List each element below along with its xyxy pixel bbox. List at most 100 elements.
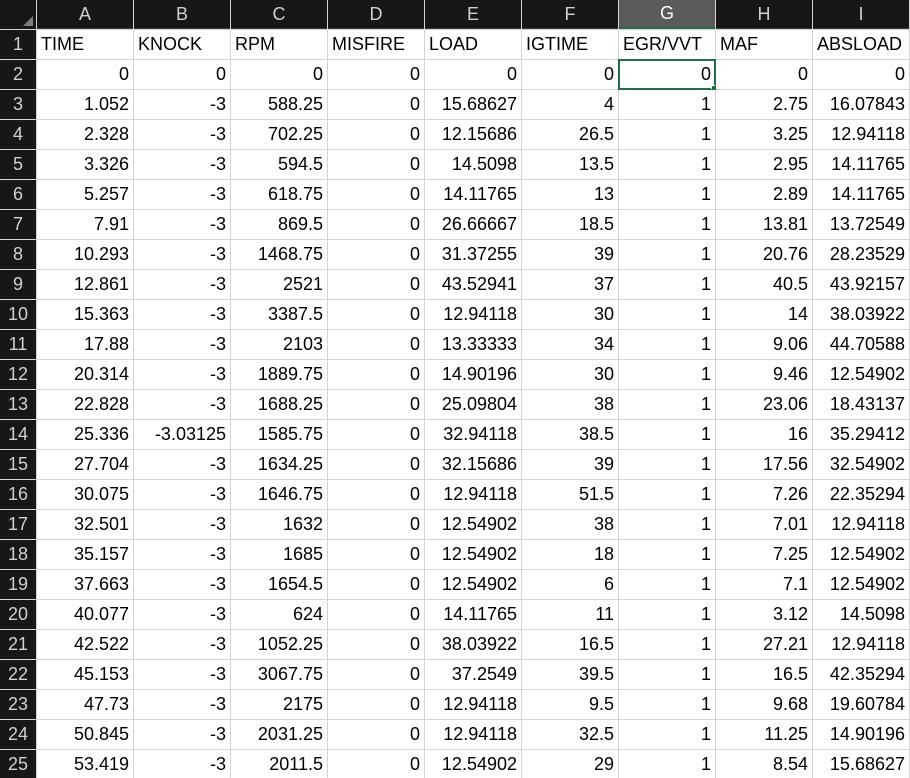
cell-e11[interactable]: 13.33333 — [425, 330, 521, 359]
cell-d9[interactable]: 0 — [328, 270, 424, 299]
cell-a21[interactable]: 42.522 — [37, 630, 133, 659]
cell-d17[interactable]: 0 — [328, 510, 424, 539]
cell-f22[interactable]: 39.5 — [522, 660, 618, 689]
cell-a1[interactable]: TIME — [37, 30, 133, 59]
cell-f6[interactable]: 13 — [522, 180, 618, 209]
cell-f25[interactable]: 29 — [522, 750, 618, 778]
cell-h3[interactable]: 2.75 — [716, 90, 812, 119]
cell-c21[interactable]: 1052.25 — [231, 630, 327, 659]
cell-f14[interactable]: 38.5 — [522, 420, 618, 449]
cell-h24[interactable]: 11.25 — [716, 720, 812, 749]
cell-e22[interactable]: 37.2549 — [425, 660, 521, 689]
cell-a23[interactable]: 47.73 — [37, 690, 133, 719]
cell-a11[interactable]: 17.88 — [37, 330, 133, 359]
cell-d24[interactable]: 0 — [328, 720, 424, 749]
cell-h13[interactable]: 23.06 — [716, 390, 812, 419]
cell-i7[interactable]: 13.72549 — [813, 210, 909, 239]
cell-i3[interactable]: 16.07843 — [813, 90, 909, 119]
cell-d13[interactable]: 0 — [328, 390, 424, 419]
cell-d3[interactable]: 0 — [328, 90, 424, 119]
cell-b19[interactable]: -3 — [134, 570, 230, 599]
cell-c6[interactable]: 618.75 — [231, 180, 327, 209]
cell-a7[interactable]: 7.91 — [37, 210, 133, 239]
cell-i8[interactable]: 28.23529 — [813, 240, 909, 269]
cell-f18[interactable]: 18 — [522, 540, 618, 569]
cell-b25[interactable]: -3 — [134, 750, 230, 778]
cell-e25[interactable]: 12.54902 — [425, 750, 521, 778]
cell-e23[interactable]: 12.94118 — [425, 690, 521, 719]
cell-b7[interactable]: -3 — [134, 210, 230, 239]
cell-a10[interactable]: 15.363 — [37, 300, 133, 329]
cell-a22[interactable]: 45.153 — [37, 660, 133, 689]
cell-i20[interactable]: 14.5098 — [813, 600, 909, 629]
row-header[interactable]: 21 — [0, 630, 36, 659]
cell-a16[interactable]: 30.075 — [37, 480, 133, 509]
row-header[interactable]: 17 — [0, 510, 36, 539]
cell-b15[interactable]: -3 — [134, 450, 230, 479]
cell-h15[interactable]: 17.56 — [716, 450, 812, 479]
cell-c24[interactable]: 2031.25 — [231, 720, 327, 749]
row-header[interactable]: 2 — [0, 60, 36, 89]
cell-e21[interactable]: 38.03922 — [425, 630, 521, 659]
cell-g3[interactable]: 1 — [619, 90, 715, 119]
cell-i21[interactable]: 12.94118 — [813, 630, 909, 659]
cell-e7[interactable]: 26.66667 — [425, 210, 521, 239]
cell-g13[interactable]: 1 — [619, 390, 715, 419]
cell-c19[interactable]: 1654.5 — [231, 570, 327, 599]
cell-e4[interactable]: 12.15686 — [425, 120, 521, 149]
column-header-d[interactable]: D — [328, 0, 424, 29]
cell-f4[interactable]: 26.5 — [522, 120, 618, 149]
cell-a20[interactable]: 40.077 — [37, 600, 133, 629]
cell-i10[interactable]: 38.03922 — [813, 300, 909, 329]
cell-h19[interactable]: 7.1 — [716, 570, 812, 599]
cell-d4[interactable]: 0 — [328, 120, 424, 149]
row-header[interactable]: 1 — [0, 30, 36, 59]
row-header[interactable]: 13 — [0, 390, 36, 419]
cell-i13[interactable]: 18.43137 — [813, 390, 909, 419]
row-header[interactable]: 14 — [0, 420, 36, 449]
cell-c15[interactable]: 1634.25 — [231, 450, 327, 479]
cell-h8[interactable]: 20.76 — [716, 240, 812, 269]
cell-i16[interactable]: 22.35294 — [813, 480, 909, 509]
cell-g23[interactable]: 1 — [619, 690, 715, 719]
cell-g14[interactable]: 1 — [619, 420, 715, 449]
cell-d8[interactable]: 0 — [328, 240, 424, 269]
cell-c7[interactable]: 869.5 — [231, 210, 327, 239]
cell-e8[interactable]: 31.37255 — [425, 240, 521, 269]
cell-h14[interactable]: 16 — [716, 420, 812, 449]
cell-a8[interactable]: 10.293 — [37, 240, 133, 269]
cell-a12[interactable]: 20.314 — [37, 360, 133, 389]
cell-b14[interactable]: -3.03125 — [134, 420, 230, 449]
cell-d10[interactable]: 0 — [328, 300, 424, 329]
cell-d11[interactable]: 0 — [328, 330, 424, 359]
cell-b13[interactable]: -3 — [134, 390, 230, 419]
cell-b22[interactable]: -3 — [134, 660, 230, 689]
cell-d16[interactable]: 0 — [328, 480, 424, 509]
cell-d14[interactable]: 0 — [328, 420, 424, 449]
cell-g4[interactable]: 1 — [619, 120, 715, 149]
cell-c10[interactable]: 3387.5 — [231, 300, 327, 329]
cell-c5[interactable]: 594.5 — [231, 150, 327, 179]
cell-b4[interactable]: -3 — [134, 120, 230, 149]
cell-c12[interactable]: 1889.75 — [231, 360, 327, 389]
cell-b9[interactable]: -3 — [134, 270, 230, 299]
cell-e14[interactable]: 32.94118 — [425, 420, 521, 449]
cell-b21[interactable]: -3 — [134, 630, 230, 659]
cell-c14[interactable]: 1585.75 — [231, 420, 327, 449]
cell-a3[interactable]: 1.052 — [37, 90, 133, 119]
cell-c13[interactable]: 1688.25 — [231, 390, 327, 419]
cell-e13[interactable]: 25.09804 — [425, 390, 521, 419]
cell-d7[interactable]: 0 — [328, 210, 424, 239]
cell-d12[interactable]: 0 — [328, 360, 424, 389]
cell-h21[interactable]: 27.21 — [716, 630, 812, 659]
cell-c9[interactable]: 2521 — [231, 270, 327, 299]
cell-d21[interactable]: 0 — [328, 630, 424, 659]
cell-g8[interactable]: 1 — [619, 240, 715, 269]
cell-f11[interactable]: 34 — [522, 330, 618, 359]
cell-i15[interactable]: 32.54902 — [813, 450, 909, 479]
cell-g9[interactable]: 1 — [619, 270, 715, 299]
cell-b20[interactable]: -3 — [134, 600, 230, 629]
row-header[interactable]: 3 — [0, 90, 36, 119]
row-header[interactable]: 18 — [0, 540, 36, 569]
cell-d22[interactable]: 0 — [328, 660, 424, 689]
